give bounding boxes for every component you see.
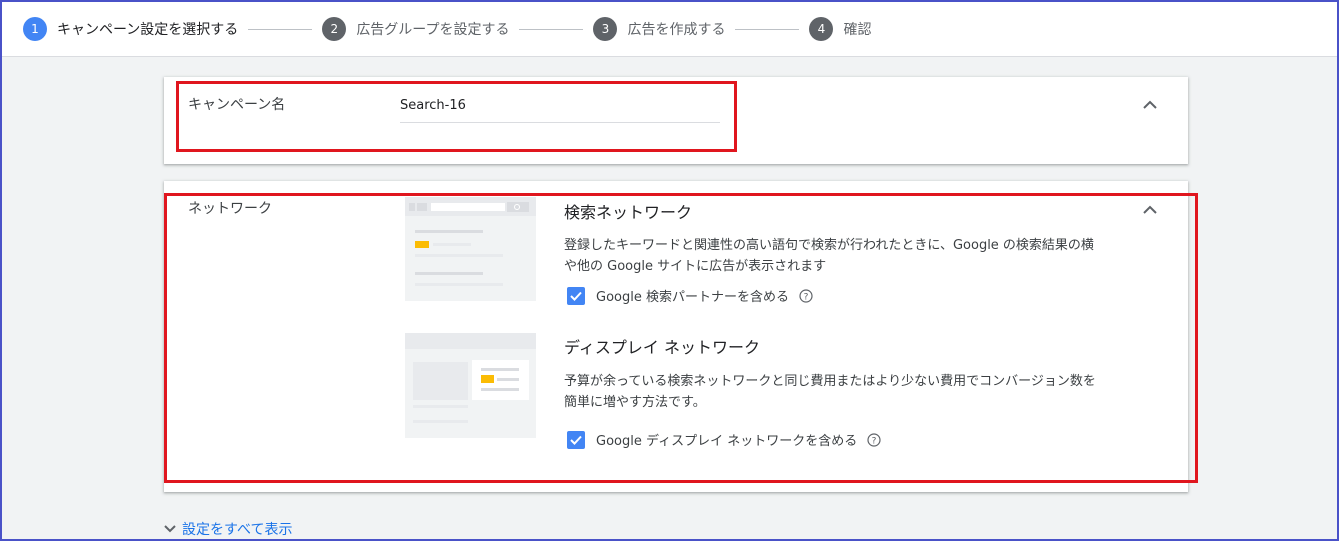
help-icon[interactable]: ? <box>867 432 881 447</box>
checkmark-icon <box>570 435 582 445</box>
checkmark-icon <box>570 291 582 301</box>
display-network-illustration <box>405 333 536 438</box>
step-connector <box>519 28 584 30</box>
step-connector <box>248 28 313 30</box>
display-network-title: ディスプレイ ネットワーク <box>564 338 760 357</box>
svg-text:?: ? <box>804 292 809 302</box>
show-all-settings-link[interactable]: 設定をすべて表示 <box>164 519 292 539</box>
display-network-label: Google ディスプレイ ネットワークを含める <box>596 434 858 449</box>
step-label: キャンペーン設定を選択する <box>57 22 239 38</box>
collapse-campaign-name-button[interactable] <box>1140 94 1160 114</box>
search-results-graphic <box>405 197 536 286</box>
network-card: ネットワーク 検索ネットワーク 登録したキーワードと関連性の高い語句で検索が行わ… <box>164 181 1188 492</box>
display-network-description: 予算が余っている検索ネットワークと同じ費用またはより少ない費用でコンバージョン数… <box>564 374 1096 410</box>
campaign-name-card: キャンペーン名 <box>164 77 1188 164</box>
display-ad-graphic <box>405 333 536 423</box>
network-label: ネットワーク <box>188 201 272 217</box>
step-number: 2 <box>322 17 347 41</box>
step-label: 広告を作成する <box>627 22 726 38</box>
search-network-illustration <box>405 197 536 301</box>
display-network-checkbox[interactable] <box>567 430 585 449</box>
display-network-option[interactable]: Google ディスプレイ ネットワークを含める ? <box>567 430 881 449</box>
step-label: 確認 <box>843 22 872 38</box>
help-icon[interactable]: ? <box>799 288 813 303</box>
step-ad-groups[interactable]: 2 広告グループを設定する <box>322 17 509 41</box>
search-partners-label: Google 検索パートナーを含める <box>596 290 789 305</box>
step-review[interactable]: 4 確認 <box>809 17 871 41</box>
search-network-title: 検索ネットワーク <box>564 203 693 222</box>
step-connector <box>735 28 800 30</box>
collapse-network-button[interactable] <box>1140 199 1160 219</box>
step-campaign-settings[interactable]: 1 キャンペーン設定を選択する <box>23 17 238 41</box>
campaign-name-label: キャンペーン名 <box>188 97 286 113</box>
chevron-up-icon <box>1143 205 1157 214</box>
step-number: 1 <box>23 17 47 41</box>
search-partners-checkbox[interactable] <box>567 286 585 305</box>
progress-stepper: 1 キャンペーン設定を選択する 2 広告グループを設定する 3 広告を作成する … <box>2 2 1337 57</box>
chevron-up-icon <box>1143 100 1157 109</box>
step-label: 広告グループを設定する <box>356 22 510 38</box>
step-number: 4 <box>809 17 834 41</box>
step-number: 3 <box>593 17 618 41</box>
chevron-down-icon <box>164 525 176 533</box>
step-create-ads[interactable]: 3 広告を作成する <box>593 17 725 41</box>
svg-text:?: ? <box>872 436 877 446</box>
campaign-name-input[interactable] <box>400 95 720 123</box>
show-all-settings-label: 設定をすべて表示 <box>182 522 293 538</box>
search-partners-option[interactable]: Google 検索パートナーを含める ? <box>567 286 813 305</box>
search-network-description: 登録したキーワードと関連性の高い語句で検索が行われたときに、Google の検索… <box>564 238 1094 274</box>
